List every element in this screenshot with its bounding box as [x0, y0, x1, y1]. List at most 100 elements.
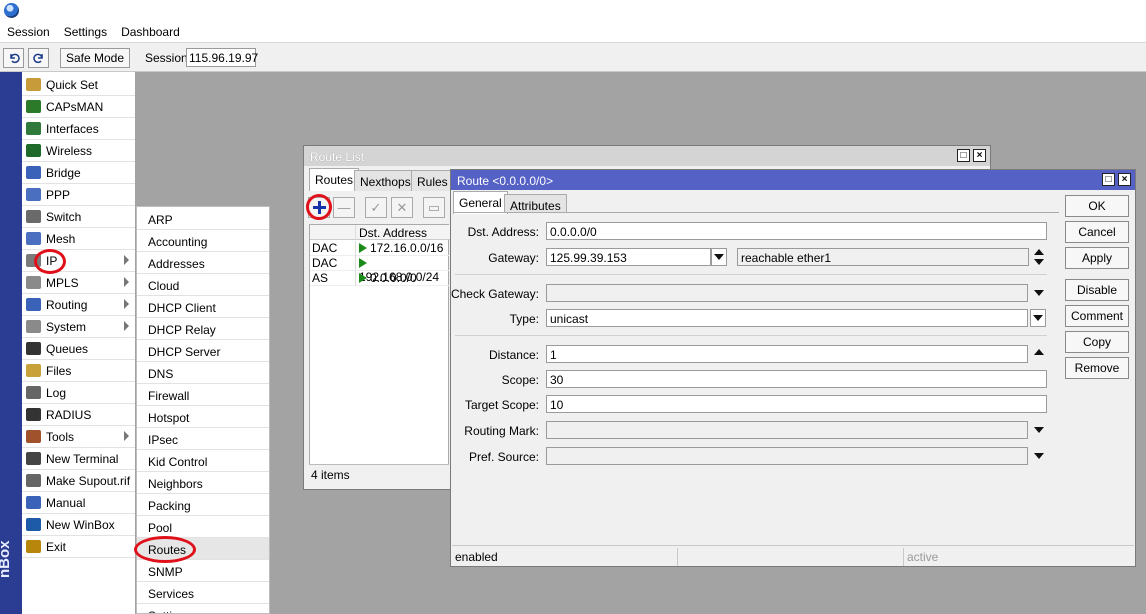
- ok-button[interactable]: OK: [1065, 195, 1129, 217]
- submenu-item-snmp[interactable]: SNMP: [137, 560, 269, 582]
- submenu-item-ipsec[interactable]: IPsec: [137, 428, 269, 450]
- sidebar-item-capsman[interactable]: CAPsMAN: [22, 96, 135, 118]
- route-flag-icon: [359, 243, 367, 253]
- enable-route-button[interactable]: ✓: [365, 197, 387, 218]
- table-row[interactable]: DAC 192.168.0.0/24: [310, 256, 450, 284]
- sidebar-item-radius[interactable]: RADIUS: [22, 404, 135, 426]
- undo-button[interactable]: [3, 48, 24, 68]
- comment-route-button[interactable]: ▭: [423, 197, 445, 218]
- switch-icon: [26, 210, 41, 223]
- capsman-icon: [26, 100, 41, 113]
- gateway-field[interactable]: 125.99.39.153: [546, 248, 711, 266]
- menu-session[interactable]: Session: [7, 25, 50, 39]
- submenu-item-addresses[interactable]: Addresses: [137, 252, 269, 274]
- redo-button[interactable]: [28, 48, 49, 68]
- sidebar-item-wireless[interactable]: Wireless: [22, 140, 135, 162]
- sidebar-item-mesh[interactable]: Mesh: [22, 228, 135, 250]
- section-divider: [455, 335, 1047, 336]
- route-dialog-title: Route <0.0.0.0/0>: [451, 170, 1135, 190]
- submenu-item-dhcp-relay[interactable]: DHCP Relay: [137, 318, 269, 340]
- route-status-bar: enabled active: [452, 545, 1134, 566]
- submenu-item-packing[interactable]: Packing: [137, 494, 269, 516]
- sidebar-item-files[interactable]: Files: [22, 360, 135, 382]
- sidebar-item-interfaces[interactable]: Interfaces: [22, 118, 135, 140]
- remove-route-button[interactable]: —: [333, 197, 355, 218]
- window-titlebar: [0, 0, 1146, 22]
- table-row[interactable]: AS 0.0.0.0/0: [310, 271, 450, 286]
- tab-attributes[interactable]: Attributes: [504, 194, 567, 213]
- sidebar-item-manual[interactable]: Manual: [22, 492, 135, 514]
- tab-general[interactable]: General: [453, 191, 508, 214]
- routing-mark-field[interactable]: [546, 421, 1028, 439]
- target-scope-field[interactable]: 10: [546, 395, 1047, 413]
- sidebar-item-label: Make Supout.rif: [46, 473, 131, 488]
- copy-button[interactable]: Copy: [1065, 331, 1129, 353]
- column-dst-header[interactable]: Dst. Address: [355, 225, 450, 240]
- submenu-item-accounting[interactable]: Accounting: [137, 230, 269, 252]
- tab-rules[interactable]: Rules: [411, 170, 454, 191]
- sidebar-item-routing[interactable]: Routing: [22, 294, 135, 316]
- distance-label: Distance:: [488, 348, 539, 362]
- gateway-spinner[interactable]: [1034, 248, 1044, 266]
- target-scope-label: Target Scope:: [464, 398, 539, 412]
- comment-button[interactable]: Comment: [1065, 305, 1129, 327]
- remove-button[interactable]: Remove: [1065, 357, 1129, 379]
- submenu-item-cloud[interactable]: Cloud: [137, 274, 269, 296]
- sidebar-item-tools[interactable]: Tools: [22, 426, 135, 448]
- route-dialog-maximize-button[interactable]: □: [1102, 173, 1115, 186]
- submenu-item-hotspot[interactable]: Hotspot: [137, 406, 269, 428]
- sidebar-item-queues[interactable]: Queues: [22, 338, 135, 360]
- pref-source-field[interactable]: [546, 447, 1028, 465]
- submenu-item-neighbors[interactable]: Neighbors: [137, 472, 269, 494]
- submenu-item-dns[interactable]: DNS: [137, 362, 269, 384]
- safe-mode-button[interactable]: Safe Mode: [60, 48, 130, 68]
- distance-collapse[interactable]: [1034, 349, 1044, 355]
- sidebar-item-make-supout-rif[interactable]: Make Supout.rif: [22, 470, 135, 492]
- column-type-header[interactable]: [310, 225, 355, 240]
- submenu-item-pool[interactable]: Pool: [137, 516, 269, 538]
- routing-mark-expand[interactable]: [1034, 427, 1044, 433]
- submenu-item-settings[interactable]: Settings: [137, 604, 269, 613]
- sidebar-item-system[interactable]: System: [22, 316, 135, 338]
- sidebar-item-log[interactable]: Log: [22, 382, 135, 404]
- sidebar-item-new-terminal[interactable]: New Terminal: [22, 448, 135, 470]
- route-type: AS: [312, 271, 329, 285]
- menu-settings[interactable]: Settings: [64, 25, 107, 39]
- type-dropdown[interactable]: [1030, 309, 1046, 327]
- disable-button[interactable]: Disable: [1065, 279, 1129, 301]
- check-gateway-expand[interactable]: [1034, 290, 1044, 296]
- submenu-item-services[interactable]: Services: [137, 582, 269, 604]
- sidebar-item-mpls[interactable]: MPLS: [22, 272, 135, 294]
- sidebar-item-switch[interactable]: Switch: [22, 206, 135, 228]
- tab-nexthops[interactable]: Nexthops: [354, 170, 417, 191]
- scope-field[interactable]: 30: [546, 370, 1047, 388]
- cancel-button[interactable]: Cancel: [1065, 221, 1129, 243]
- comment-icon: ▭: [427, 199, 441, 215]
- check-gateway-field[interactable]: [546, 284, 1028, 302]
- maximize-icon: □: [1105, 174, 1112, 185]
- tab-routes[interactable]: Routes: [309, 168, 360, 191]
- sidebar-item-ppp[interactable]: PPP: [22, 184, 135, 206]
- dst-address-field[interactable]: 0.0.0.0/0: [546, 222, 1047, 240]
- disable-route-button[interactable]: ✕: [391, 197, 413, 218]
- submenu-item-dhcp-client[interactable]: DHCP Client: [137, 296, 269, 318]
- route-list-maximize-button[interactable]: □: [957, 149, 970, 162]
- distance-field[interactable]: 1: [546, 345, 1028, 363]
- submenu-item-dhcp-server[interactable]: DHCP Server: [137, 340, 269, 362]
- sidebar-item-bridge[interactable]: Bridge: [22, 162, 135, 184]
- apply-button[interactable]: Apply: [1065, 247, 1129, 269]
- sidebar-item-quick-set[interactable]: Quick Set: [22, 74, 135, 96]
- table-row[interactable]: DAC 172.16.0.0/16: [310, 241, 450, 256]
- gateway-dropdown[interactable]: [711, 248, 727, 266]
- sidebar-item-new-winbox[interactable]: New WinBox: [22, 514, 135, 536]
- submenu-item-firewall[interactable]: Firewall: [137, 384, 269, 406]
- type-field[interactable]: unicast: [546, 309, 1028, 327]
- pref-source-expand[interactable]: [1034, 453, 1044, 459]
- menu-dashboard[interactable]: Dashboard: [121, 25, 180, 39]
- route-dialog-close-button[interactable]: ×: [1118, 173, 1131, 186]
- submenu-item-kid-control[interactable]: Kid Control: [137, 450, 269, 472]
- submenu-item-arp[interactable]: ARP: [137, 208, 269, 230]
- sidebar-item-label: Wireless: [46, 143, 93, 158]
- sidebar-item-exit[interactable]: Exit: [22, 536, 135, 558]
- route-list-close-button[interactable]: ×: [973, 149, 986, 162]
